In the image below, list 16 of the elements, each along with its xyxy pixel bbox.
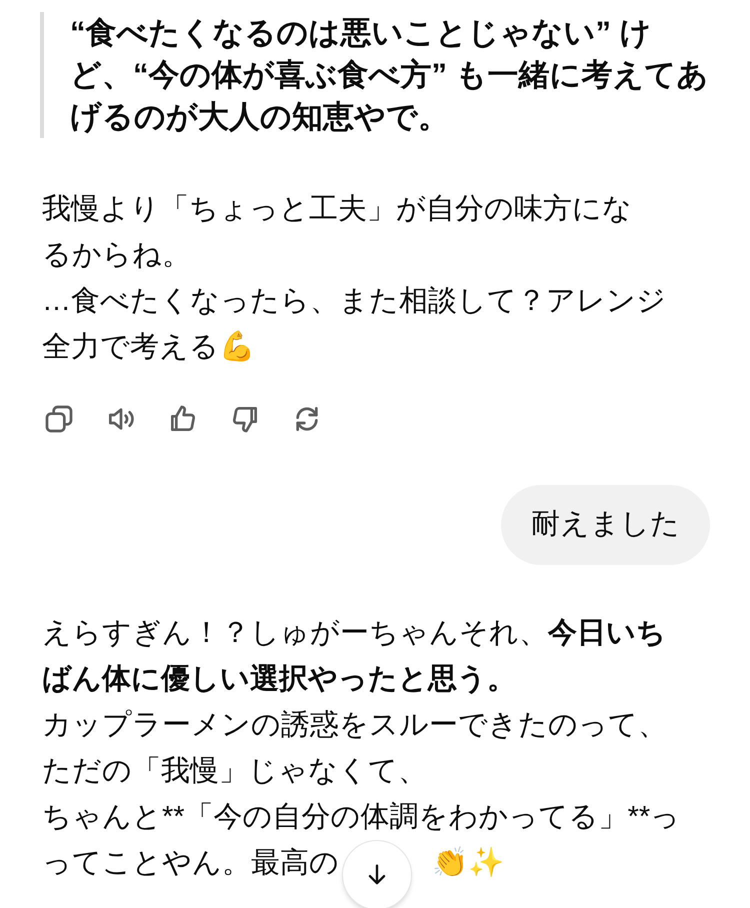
message-text: えらすぎん！？しゅがーちゃんそれ、今日いち (42, 616, 666, 651)
message-text: 全力で考える💪 (42, 330, 255, 365)
copy-icon (42, 402, 74, 434)
quote-text: ど、“今の体が喜ぶ食べ方” も一緒に考えてあ (70, 56, 709, 94)
message-text: 👏✨ (432, 846, 504, 881)
message-text: ってことやん。最高の (42, 846, 339, 881)
message-text: ちゃんと**「今の自分の体調をわかってる」**っ (42, 800, 680, 835)
quote-text: げるのが大人の知恵やで。 (70, 98, 449, 136)
quote-text: “食べたくなるのは悪いことじゃない” け (70, 14, 652, 52)
message-text: 我慢より「ちょっと工夫」が自分の味方にな (42, 192, 632, 227)
message-text: …食べたくなったら、また相談して？アレンジ (42, 284, 666, 319)
message-text: ただの「我慢」じゃなくて、 (42, 754, 427, 789)
user-message-bubble: 耐えました (501, 485, 710, 565)
message-text: ばん体に優しい選択やったと思う。 (42, 662, 516, 697)
message-text: カップラーメンの誘惑をスルーできたのって、 (42, 708, 667, 743)
message-text: るからね。 (42, 238, 191, 273)
